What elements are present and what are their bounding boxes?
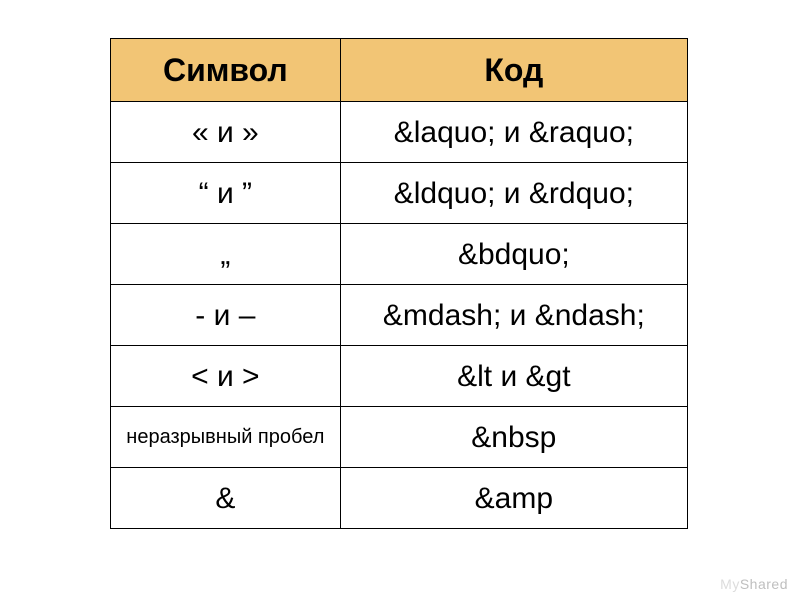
symbol-cell: неразрывный пробел	[111, 407, 341, 468]
table-header-row: Символ Код	[111, 39, 688, 102]
symbol-cell: &	[111, 468, 341, 529]
watermark-suffix: Shared	[740, 576, 788, 592]
code-cell: &laquo; и &raquo;	[340, 102, 687, 163]
code-cell: &bdquo;	[340, 224, 687, 285]
symbol-cell: - и –	[111, 285, 341, 346]
code-cell: &ldquo; и &rdquo;	[340, 163, 687, 224]
symbol-cell: < и >	[111, 346, 341, 407]
symbol-cell: „	[111, 224, 341, 285]
watermark: MyShared	[720, 576, 788, 592]
symbol-cell: “ и ”	[111, 163, 341, 224]
table-row: “ и ”&ldquo; и &rdquo;	[111, 163, 688, 224]
entity-codes-table: Символ Код « и »&laquo; и &raquo;“ и ”&l…	[110, 38, 688, 529]
table-body: « и »&laquo; и &raquo;“ и ”&ldquo; и &rd…	[111, 102, 688, 529]
table-row: &&amp	[111, 468, 688, 529]
code-cell: &amp	[340, 468, 687, 529]
table-row: - и –&mdash; и &ndash;	[111, 285, 688, 346]
table-row: « и »&laquo; и &raquo;	[111, 102, 688, 163]
code-cell: &lt и &gt	[340, 346, 687, 407]
code-cell: &nbsp	[340, 407, 687, 468]
table-row: < и >&lt и &gt	[111, 346, 688, 407]
watermark-prefix: My	[720, 576, 740, 592]
symbol-cell: « и »	[111, 102, 341, 163]
table-row: „&bdquo;	[111, 224, 688, 285]
header-symbol: Символ	[111, 39, 341, 102]
header-code: Код	[340, 39, 687, 102]
code-cell: &mdash; и &ndash;	[340, 285, 687, 346]
table-row: неразрывный пробел&nbsp	[111, 407, 688, 468]
slide: Символ Код « и »&laquo; и &raquo;“ и ”&l…	[0, 0, 800, 600]
